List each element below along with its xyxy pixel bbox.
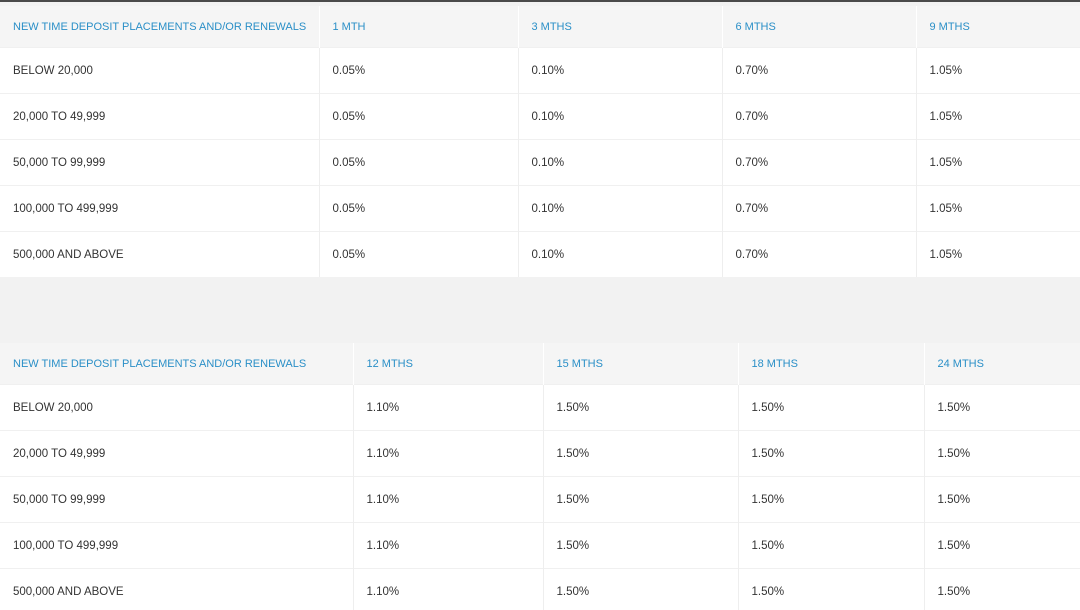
tier-label: 500,000 AND ABOVE xyxy=(0,568,353,610)
rate-cell: 1.50% xyxy=(542,476,738,523)
rate-cell: 1.50% xyxy=(737,522,924,569)
table-row: 100,000 TO 499,999 1.10% 1.50% 1.50% 1.5… xyxy=(0,522,1080,569)
rate-cell: 1.10% xyxy=(352,384,543,431)
tier-label: 50,000 TO 99,999 xyxy=(0,476,353,523)
tier-label: 100,000 TO 499,999 xyxy=(0,185,319,232)
table-row: 20,000 TO 49,999 1.10% 1.50% 1.50% 1.50% xyxy=(0,430,1080,477)
table-row: 50,000 TO 99,999 0.05% 0.10% 0.70% 1.05% xyxy=(0,139,1080,186)
rate-cell: 0.70% xyxy=(721,185,916,232)
rate-cell: 0.10% xyxy=(517,185,722,232)
rate-cell: 0.10% xyxy=(517,139,722,186)
rate-cell: 0.05% xyxy=(318,139,518,186)
rate-cell: 1.05% xyxy=(915,93,1080,140)
tier-label: 100,000 TO 499,999 xyxy=(0,522,353,569)
tier-label: 50,000 TO 99,999 xyxy=(0,139,319,186)
header-term: 18 MTHS xyxy=(737,343,924,385)
table-row: BELOW 20,000 1.10% 1.50% 1.50% 1.50% xyxy=(0,384,1080,431)
rate-cell: 0.10% xyxy=(517,231,722,277)
rate-cell: 1.50% xyxy=(542,522,738,569)
rate-cell: 0.70% xyxy=(721,231,916,277)
rate-cell: 1.50% xyxy=(542,384,738,431)
rate-cell: 0.70% xyxy=(721,47,916,94)
table-row: 100,000 TO 499,999 0.05% 0.10% 0.70% 1.0… xyxy=(0,185,1080,232)
rate-cell: 1.50% xyxy=(923,476,1080,523)
tier-label: BELOW 20,000 xyxy=(0,384,353,431)
rate-cell: 1.50% xyxy=(923,522,1080,569)
tier-label: BELOW 20,000 xyxy=(0,47,319,94)
rate-cell: 1.50% xyxy=(737,384,924,431)
table-row: 500,000 AND ABOVE 1.10% 1.50% 1.50% 1.50… xyxy=(0,568,1080,610)
header-term: 9 MTHS xyxy=(915,6,1080,48)
table-row: BELOW 20,000 0.05% 0.10% 0.70% 1.05% xyxy=(0,47,1080,94)
rate-cell: 0.10% xyxy=(517,93,722,140)
rate-cell: 1.50% xyxy=(737,430,924,477)
table-row: 500,000 AND ABOVE 0.05% 0.10% 0.70% 1.05… xyxy=(0,231,1080,277)
table-row: 50,000 TO 99,999 1.10% 1.50% 1.50% 1.50% xyxy=(0,476,1080,523)
header-term: 12 MTHS xyxy=(352,343,543,385)
header-term: 24 MTHS xyxy=(923,343,1080,385)
tier-label: 20,000 TO 49,999 xyxy=(0,93,319,140)
rate-cell: 1.10% xyxy=(352,476,543,523)
rate-cell: 0.70% xyxy=(721,139,916,186)
rate-cell: 1.50% xyxy=(737,568,924,610)
rate-cell: 1.50% xyxy=(923,430,1080,477)
header-term: 1 MTH xyxy=(318,6,518,48)
rate-cell: 1.05% xyxy=(915,185,1080,232)
rate-cell: 1.50% xyxy=(542,568,738,610)
rate-cell: 1.50% xyxy=(923,568,1080,610)
header-term: 15 MTHS xyxy=(542,343,738,385)
header-term: 3 MTHS xyxy=(517,6,722,48)
table-row: 20,000 TO 49,999 0.05% 0.10% 0.70% 1.05% xyxy=(0,93,1080,140)
rate-cell: 1.10% xyxy=(352,430,543,477)
rate-cell: 0.05% xyxy=(318,231,518,277)
rate-cell: 1.50% xyxy=(542,430,738,477)
rate-cell: 0.05% xyxy=(318,93,518,140)
table-header-row: NEW TIME DEPOSIT PLACEMENTS AND/OR RENEW… xyxy=(0,6,1080,48)
header-deposit-tier: NEW TIME DEPOSIT PLACEMENTS AND/OR RENEW… xyxy=(0,6,319,48)
header-term: 6 MTHS xyxy=(721,6,916,48)
deposit-rates-table-long-term: NEW TIME DEPOSIT PLACEMENTS AND/OR RENEW… xyxy=(0,343,1080,610)
rate-cell: 1.50% xyxy=(923,384,1080,431)
rate-cell: 0.05% xyxy=(318,185,518,232)
rate-cell: 1.10% xyxy=(352,568,543,610)
rate-cell: 1.10% xyxy=(352,522,543,569)
table-header-row: NEW TIME DEPOSIT PLACEMENTS AND/OR RENEW… xyxy=(0,343,1080,385)
rate-cell: 0.05% xyxy=(318,47,518,94)
rate-cell: 1.50% xyxy=(737,476,924,523)
deposit-rates-table-short-term: NEW TIME DEPOSIT PLACEMENTS AND/OR RENEW… xyxy=(0,6,1080,277)
tier-label: 500,000 AND ABOVE xyxy=(0,231,319,277)
rate-cell: 0.10% xyxy=(517,47,722,94)
rate-cell: 1.05% xyxy=(915,139,1080,186)
rate-cell: 1.05% xyxy=(915,47,1080,94)
rate-cell: 0.70% xyxy=(721,93,916,140)
header-deposit-tier: NEW TIME DEPOSIT PLACEMENTS AND/OR RENEW… xyxy=(0,343,353,385)
rates-page: NEW TIME DEPOSIT PLACEMENTS AND/OR RENEW… xyxy=(0,0,1080,610)
tier-label: 20,000 TO 49,999 xyxy=(0,430,353,477)
rate-cell: 1.05% xyxy=(915,231,1080,277)
